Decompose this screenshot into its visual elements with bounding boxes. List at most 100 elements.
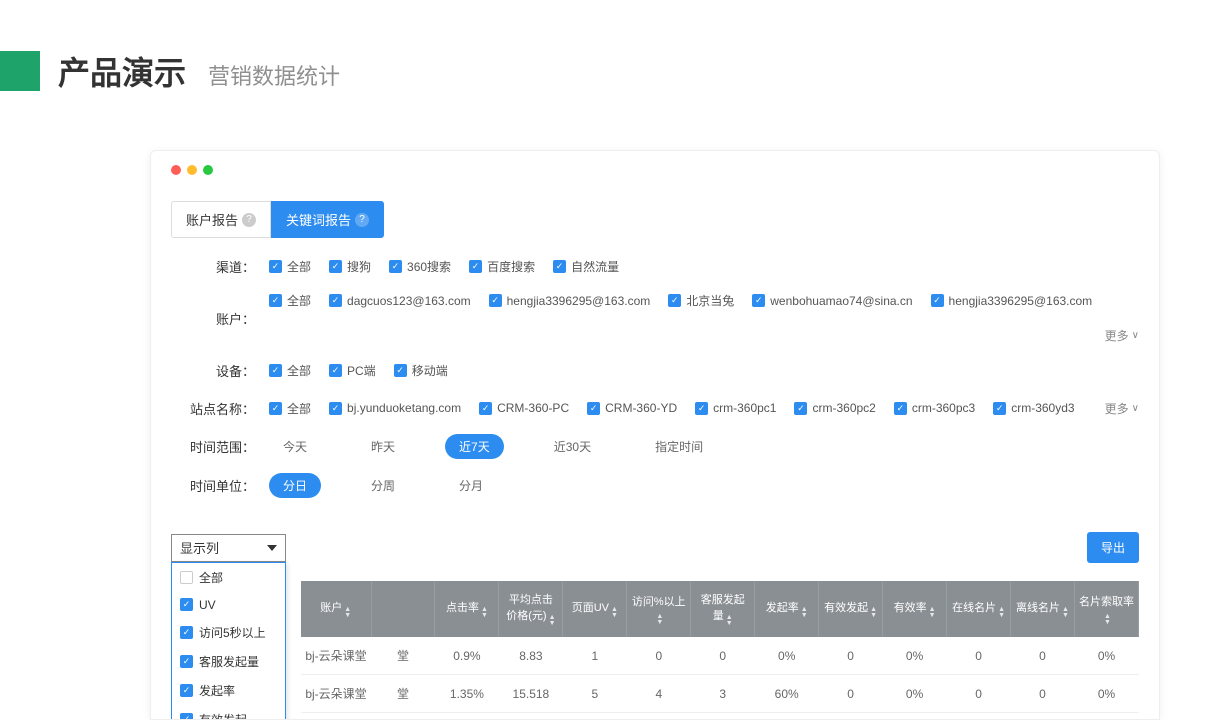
columns-dropdown-button[interactable]: 显示列 [171, 534, 286, 562]
table-header[interactable]: 名片索取率▲▼ [1074, 581, 1138, 637]
table-header[interactable]: 有效发起▲▼ [819, 581, 883, 637]
filter-checkbox[interactable]: ✓全部 [269, 258, 311, 275]
sort-icon[interactable]: ▲▼ [481, 607, 488, 619]
checkbox-label: PC端 [347, 362, 376, 379]
more-toggle[interactable]: 更多∨ [1105, 327, 1139, 344]
sort-icon[interactable]: ▲▼ [929, 607, 936, 619]
filter-row-timerange: 时间范围： 今天昨天近7天近30天指定时间 [185, 434, 1139, 459]
table-header[interactable]: 页面UV▲▼ [563, 581, 627, 637]
sort-icon[interactable]: ▲▼ [998, 607, 1005, 619]
tab-label: 关键词报告 [286, 210, 351, 229]
table-header[interactable]: 离线名片▲▼ [1011, 581, 1075, 637]
checkbox-icon: ✓ [329, 260, 342, 273]
filter-checkbox[interactable]: ✓全部 [269, 400, 311, 417]
table-header[interactable]: 访问%以上 ▲▼ [627, 581, 691, 637]
filter-checkbox[interactable]: ✓crm-360yd3 [993, 401, 1074, 415]
report-card: 账户报告 ? 关键词报告 ? 渠道： ✓全部✓搜狗✓360搜索✓百度搜索✓自然流… [150, 150, 1160, 720]
dropdown-item[interactable]: 全部 [172, 563, 285, 592]
header-label: 有效发起 [824, 602, 868, 614]
table-header[interactable]: 有效率▲▼ [883, 581, 947, 637]
table-cell: 0% [883, 675, 947, 713]
time-pill[interactable]: 今天 [269, 434, 321, 459]
filter-checkbox[interactable]: ✓crm-360pc3 [894, 401, 975, 415]
time-pill[interactable]: 昨天 [357, 434, 409, 459]
table-header[interactable] [371, 581, 435, 637]
sort-icon[interactable]: ▲▼ [611, 607, 618, 619]
more-toggle[interactable]: 更多∨ [1105, 400, 1139, 417]
sort-icon[interactable]: ▲▼ [656, 614, 663, 626]
sort-icon[interactable]: ▲▼ [801, 607, 808, 619]
filter-checkbox[interactable]: ✓hengjia3396295@163.com [931, 294, 1093, 308]
dropdown-item[interactable]: ✓ 客服发起量 [172, 647, 285, 676]
help-icon[interactable]: ? [242, 213, 256, 227]
filter-checkbox[interactable]: ✓CRM-360-YD [587, 401, 677, 415]
filter-checkbox[interactable]: ✓百度搜索 [469, 258, 535, 275]
dropdown-item[interactable]: ✓有效发起 [172, 705, 285, 720]
table-cell: bj-云朵课堂 [301, 675, 371, 713]
table-cell: 0% [883, 637, 947, 675]
sort-icon[interactable]: ▲▼ [870, 607, 877, 619]
time-pill[interactable]: 分周 [357, 473, 409, 498]
time-pill[interactable]: 近7天 [445, 434, 504, 459]
export-button[interactable]: 导出 [1087, 532, 1139, 563]
time-pill[interactable]: 近30天 [540, 434, 605, 459]
sort-icon[interactable]: ▲▼ [726, 615, 733, 627]
data-table-wrap: 账户▲▼点击率▲▼平均点击价格(元)▲▼页面UV▲▼访问%以上▲▼客服发起量▲▼… [301, 581, 1139, 720]
table-cell: 0 [947, 713, 1011, 720]
filter-checkbox[interactable]: ✓全部 [269, 292, 311, 309]
table-cell: 4 [627, 675, 691, 713]
filter-checkbox[interactable]: ✓wenbohuamao74@sina.cn [752, 294, 912, 308]
table-cell: 0 [947, 637, 1011, 675]
dropdown-item[interactable]: ✓ UV [172, 592, 285, 618]
filter-checkbox[interactable]: ✓自然流量 [553, 258, 619, 275]
table-cell: 0 [819, 637, 883, 675]
table-header[interactable]: 账户▲▼ [301, 581, 371, 637]
checkbox-icon: ✓ [993, 402, 1006, 415]
checkbox-icon: ✓ [180, 655, 193, 668]
table-header[interactable]: 平均点击价格(元)▲▼ [499, 581, 563, 637]
table-header[interactable]: 点击率▲▼ [435, 581, 499, 637]
checkbox-icon: ✓ [180, 598, 193, 611]
time-pill[interactable]: 分月 [445, 473, 497, 498]
tab-keyword-report[interactable]: 关键词报告 ? [271, 201, 384, 238]
filter-checkbox[interactable]: ✓全部 [269, 362, 311, 379]
checkbox-icon: ✓ [269, 260, 282, 273]
help-icon[interactable]: ? [355, 213, 369, 227]
dropdown-item-label: 客服发起量 [199, 653, 259, 670]
filter-checkbox[interactable]: ✓移动端 [394, 362, 448, 379]
sort-icon[interactable]: ▲▼ [1062, 607, 1069, 619]
filter-checkbox[interactable]: ✓hengjia3396295@163.com [489, 294, 651, 308]
minimize-icon[interactable] [187, 165, 197, 175]
dropdown-item[interactable]: ✓访问5秒以上 [172, 618, 285, 647]
filter-checkbox[interactable]: ✓CRM-360-PC [479, 401, 569, 415]
filter-checkbox[interactable]: ✓crm-360pc2 [794, 401, 875, 415]
filter-row-channel: 渠道： ✓全部✓搜狗✓360搜索✓百度搜索✓自然流量 [185, 254, 1139, 278]
checkbox-label: hengjia3396295@163.com [949, 294, 1093, 308]
sort-icon[interactable]: ▲▼ [1104, 614, 1111, 626]
table-cell: 8.83 [499, 637, 563, 675]
close-icon[interactable] [171, 165, 181, 175]
table-cell: 0 [947, 675, 1011, 713]
table-header[interactable]: 客服发起量▲▼ [691, 581, 755, 637]
table-header-row: 账户▲▼点击率▲▼平均点击价格(元)▲▼页面UV▲▼访问%以上▲▼客服发起量▲▼… [301, 581, 1139, 637]
dropdown-item-label: UV [199, 598, 216, 612]
time-pill[interactable]: 指定时间 [641, 434, 717, 459]
tab-account-report[interactable]: 账户报告 ? [171, 201, 271, 238]
checkbox-label: CRM-360-YD [605, 401, 677, 415]
filter-checkbox[interactable]: ✓360搜索 [389, 258, 451, 275]
header-label: 访问%以上 [632, 596, 686, 608]
sort-icon[interactable]: ▲▼ [344, 607, 351, 619]
filter-checkbox[interactable]: ✓搜狗 [329, 258, 371, 275]
checkbox-label: crm-360pc2 [812, 401, 875, 415]
table-header[interactable]: 在线名片▲▼ [947, 581, 1011, 637]
filter-checkbox[interactable]: ✓dagcuos123@163.com [329, 294, 471, 308]
sort-icon[interactable]: ▲▼ [549, 615, 556, 627]
maximize-icon[interactable] [203, 165, 213, 175]
time-pill[interactable]: 分日 [269, 473, 321, 498]
filter-checkbox[interactable]: ✓PC端 [329, 362, 376, 379]
filter-checkbox[interactable]: ✓crm-360pc1 [695, 401, 776, 415]
table-header[interactable]: 发起率▲▼ [755, 581, 819, 637]
dropdown-item[interactable]: ✓发起率 [172, 676, 285, 705]
filter-checkbox[interactable]: ✓北京当兔 [668, 292, 734, 309]
filter-checkbox[interactable]: ✓bj.yunduoketang.com [329, 401, 461, 415]
